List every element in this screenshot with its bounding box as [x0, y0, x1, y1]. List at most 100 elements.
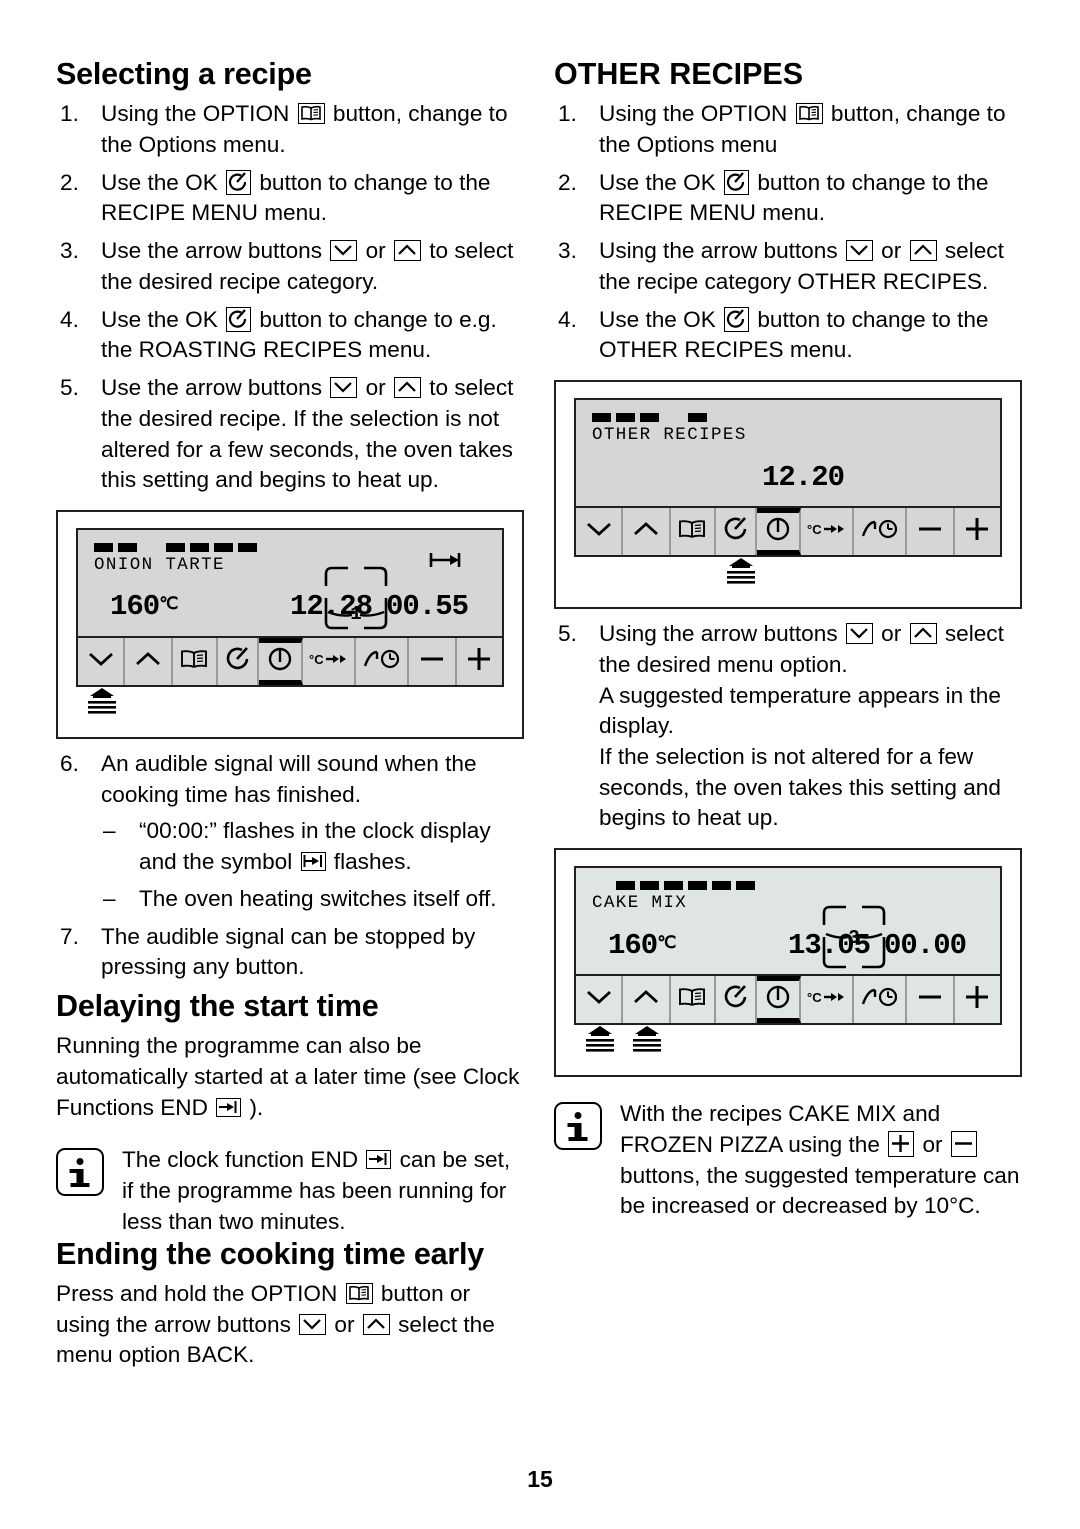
arrow-up-icon [393, 240, 421, 262]
lcd-values-row: 12.20 [592, 445, 984, 503]
sub-bullet-item: – The oven heating switches itself off. [101, 884, 524, 915]
right-column: OTHER RECIPES 1. Using the OPTION button,… [554, 58, 1022, 1222]
lcd-button-arrow-down[interactable] [78, 637, 126, 685]
lcd-button-arrow-down[interactable] [576, 508, 624, 556]
temp-fast-icon: °C [308, 648, 348, 675]
hand-cursor-icon [626, 1025, 668, 1053]
step-item: 5. Use the arrow buttons or to select the… [56, 373, 524, 496]
lcd-button-plus[interactable] [457, 638, 502, 685]
step-number: 6. [60, 750, 79, 776]
step-item: 6. An audible signal will sound when the … [56, 749, 524, 915]
ok-icon [224, 645, 252, 678]
step-text: Use the OK button to change to the RECIP… [599, 169, 989, 226]
info-icon [56, 1148, 104, 1197]
page-title-selecting-a-recipe: Selecting a recipe [56, 57, 312, 91]
lcd-button-ok[interactable] [716, 976, 758, 1024]
lcd-panel: ONION TARTE 160℃ 12.28 1 00.55 °C [76, 527, 504, 687]
plus-icon [462, 646, 496, 677]
page-title-delaying-the-start-time: Delaying the start time [56, 988, 379, 1023]
figure-cake-mix-display: CAKE MIX 160℃ 13.05 3 00.00 °C [554, 848, 1022, 1078]
lcd-button-power[interactable] [259, 637, 303, 685]
lcd-button-arrow-up[interactable] [623, 508, 671, 556]
lcd-button-temp-fast[interactable]: °C [303, 637, 356, 685]
step-number: 3. [60, 238, 79, 264]
minus-icon [950, 1130, 977, 1157]
minus-icon [913, 517, 947, 546]
step-text: Use the arrow buttons or to select the d… [101, 238, 514, 294]
lcd-temperature-value: 160 [110, 590, 160, 624]
power-icon [763, 982, 793, 1017]
step-item: 2. Use the OK button to change to the REC… [56, 168, 524, 229]
lcd-button-minus[interactable] [907, 976, 955, 1024]
arrow-up-icon [909, 623, 937, 645]
plus-icon [960, 984, 994, 1015]
progress-segment [142, 543, 161, 552]
lcd-button-temp-fast[interactable]: °C [801, 976, 854, 1024]
lcd-button-book[interactable] [671, 976, 716, 1024]
lcd-screen: ONION TARTE 160℃ 12.28 1 00.55 [78, 530, 502, 636]
lcd-button-ok[interactable] [716, 508, 758, 556]
book-icon [345, 1282, 373, 1304]
page-title-ending-the-cooking-time-early: Ending the cooking time early [56, 1236, 485, 1271]
lcd-temperature-unit: ℃ [159, 596, 179, 616]
oven-rack-level: 1 [350, 603, 361, 625]
manual-page: Selecting a recipe 1. Using the OPTION bu… [0, 0, 1080, 1529]
info-note-cake-mix-frozen-pizza: With the recipes CAKE MIX and FROZEN PIZ… [554, 1099, 1022, 1222]
step-item: 4. Use the OK button to change to e.g. th… [56, 305, 524, 366]
lcd-button-power[interactable] [757, 976, 801, 1024]
sub-bullet-text: “00:00:” flashes in the clock display an… [139, 818, 491, 875]
progress-segment [664, 881, 683, 891]
progress-bar [592, 881, 984, 891]
lcd-button-arrow-up[interactable] [623, 976, 671, 1024]
lcd-button-book[interactable] [173, 637, 218, 685]
info-icon [554, 1102, 602, 1151]
step-number: 1. [558, 101, 577, 127]
arrow-up-icon [362, 1313, 390, 1335]
step-item: 1. Using the OPTION button, change to the… [554, 99, 1022, 160]
lcd-button-ramp-clock[interactable] [854, 976, 908, 1024]
step-text: Using the OPTION button, change to the O… [599, 101, 1006, 158]
step-number: 5. [60, 375, 79, 401]
duration-icon [300, 852, 326, 872]
step-number: 7. [60, 923, 79, 949]
lcd-button-minus[interactable] [409, 637, 457, 685]
lcd-button-power[interactable] [757, 508, 801, 556]
lcd-button-plus[interactable] [955, 976, 1000, 1023]
lcd-button-plus[interactable] [955, 508, 1000, 555]
lcd-panel: CAKE MIX 160℃ 13.05 3 00.00 °C [574, 866, 1002, 1026]
power-icon [763, 514, 793, 549]
lcd-button-arrow-up[interactable] [125, 637, 173, 685]
ok-icon [722, 515, 750, 548]
progress-segment [118, 542, 137, 552]
step-text: Using the arrow buttons or select the de… [599, 621, 1004, 831]
lcd-button-ramp-clock[interactable] [356, 637, 410, 685]
step-number: 1. [60, 101, 79, 127]
step-text: Use the OK button to change to the OTHER… [599, 306, 989, 363]
step-item: 7. The audible signal can be stopped by p… [56, 922, 524, 983]
lcd-button-ok[interactable] [218, 637, 260, 685]
steps-list-selecting-continued: 6. An audible signal will sound when the … [56, 749, 524, 983]
sub-bullet-item: – “00:00:” flashes in the clock display a… [101, 816, 524, 877]
lcd-button-temp-fast[interactable]: °C [801, 508, 854, 556]
progress-segment [640, 413, 659, 423]
step-number: 2. [558, 169, 577, 195]
step-number: 4. [60, 306, 79, 332]
paragraph-ending-the-cooking-time-early: Press and hold the OPTION button or usin… [56, 1280, 495, 1368]
lcd-button-minus[interactable] [907, 508, 955, 556]
step-text: The audible signal can be stopped by pre… [101, 923, 476, 980]
progress-segment [640, 881, 659, 891]
svg-text:°C: °C [309, 652, 324, 667]
progress-segment [214, 542, 233, 552]
lcd-button-arrow-down[interactable] [576, 976, 624, 1024]
lcd-button-ramp-clock[interactable] [854, 508, 908, 556]
temp-fast-icon: °C [806, 518, 846, 545]
ramp-clock-icon [860, 517, 900, 546]
temp-fast-icon: °C [806, 986, 846, 1013]
step-number: 5. [558, 621, 577, 647]
lcd-recipe-name: OTHER RECIPES [592, 425, 747, 446]
plus-icon [888, 1130, 915, 1157]
step-item: 3. Use the arrow buttons or to select the… [56, 236, 524, 297]
progress-bar [592, 413, 984, 423]
arrow-down-icon [299, 1313, 327, 1335]
lcd-button-book[interactable] [671, 508, 716, 556]
